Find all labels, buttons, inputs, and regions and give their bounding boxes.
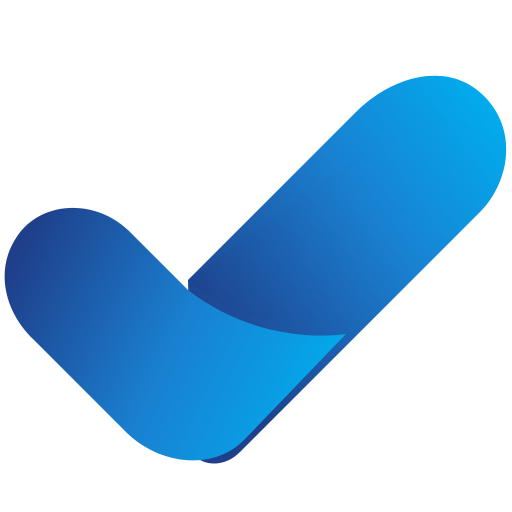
checkmark-icon	[4, 75, 507, 464]
logo-canvas	[0, 0, 512, 512]
